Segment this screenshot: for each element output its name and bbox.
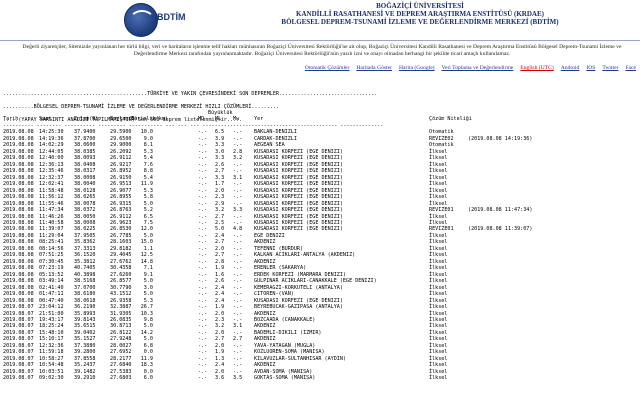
nav-link[interactable]: Harita (Google) (399, 65, 435, 71)
header-divider (0, 40, 640, 41)
table-cell: 27.6803 (110, 375, 132, 382)
table-cell: İlksel (429, 375, 448, 382)
table-cell: 6.0 (143, 375, 153, 382)
table-cell: -.- (198, 375, 208, 382)
table-row: 2019.08.07 09:02:30 39.2910 27.6803 6.0 -.- 3.… (3, 375, 637, 381)
nav-link[interactable]: Twitter (602, 65, 618, 71)
nav-link[interactable]: English (UTC) (520, 65, 553, 71)
report-line: ........................................… (3, 90, 378, 97)
nav-link[interactable]: Face (625, 65, 636, 71)
table-cell: 09:02:30 (39, 375, 64, 382)
table-cell: 3.6 (215, 375, 225, 382)
copyright-notice: Değerli ziyaretçiler, Sitemizde yayınlan… (22, 44, 622, 57)
nav-link[interactable]: Veri Toplama ve Değerlendirme (442, 65, 514, 71)
title-line: KANDİLLİ RASATHANESİ VE DEPREM ARAŞTIRMA… (296, 10, 544, 18)
nav-link[interactable]: Otomatik Çözümler (305, 65, 350, 71)
table-cell: 2019.08.07 (3, 375, 34, 382)
top-nav: Otomatik Çözümler Haritada Göster Harita (… (298, 65, 636, 71)
bdtim-logo-icon[interactable] (124, 3, 158, 37)
table-cell: 39.2910 (74, 375, 96, 382)
site-header: BDTİM BOĞAZİÇİ ÜNİVERSİTESİ KANDİLLİ RAS… (0, 0, 640, 40)
title-line: BOĞAZİÇİ ÜNİVERSİTESİ (376, 2, 464, 10)
earthquake-table: Büyüklük Tarih Saat Enlem(N) Boylam(E) Derinl… (3, 110, 637, 382)
table-cell: 3.5 (233, 375, 243, 382)
table-cell: GOKTAS-SOMA (MANISA) (254, 375, 316, 382)
institute-titles: BOĞAZİÇİ ÜNİVERSİTESİ KANDİLLİ RASATHANE… (230, 2, 610, 26)
nav-link[interactable]: Haritada Göster (356, 65, 392, 71)
logo-text: BDTİM (157, 12, 186, 22)
nav-link[interactable]: IOS (586, 65, 595, 71)
nav-link[interactable]: Android (561, 65, 580, 71)
title-line: BÖLGESEL DEPREM-TSUNAMİ İZLEME VE DEĞERL… (281, 18, 559, 26)
